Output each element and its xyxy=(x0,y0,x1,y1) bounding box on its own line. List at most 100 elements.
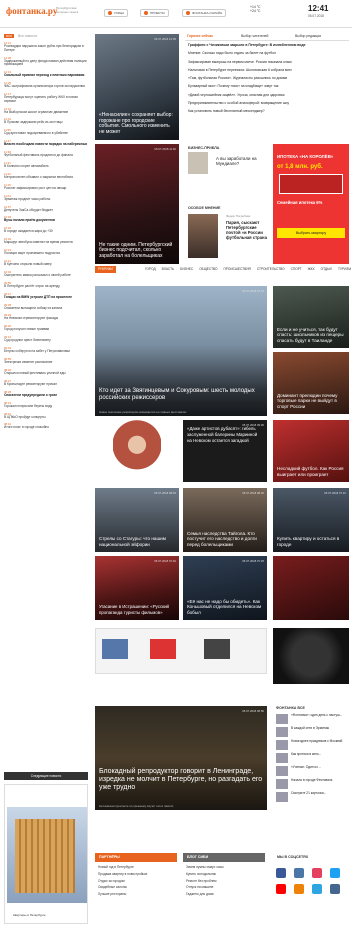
social-icon[interactable] xyxy=(276,868,286,878)
social-icon[interactable] xyxy=(294,868,304,878)
news-tile-7[interactable]: 05.07.2018 08:45 Стрелы со Стагуры: что … xyxy=(95,488,179,552)
news-feed-item[interactable]: 11:55 Суд арестовал подозреваемого в убий… xyxy=(4,128,88,136)
right-news-item[interactable]: «Фонтанка»: один день с пастуш... xyxy=(276,713,348,724)
top-news-item[interactable]: Мнение: Сколько надо было отдать за биле… xyxy=(188,51,346,56)
social-icon[interactable] xyxy=(312,884,322,894)
tab-editors[interactable]: Выбор редакции xyxy=(295,34,321,38)
social-icon[interactable] xyxy=(294,884,304,894)
promo-cta-button[interactable]: Выбрать квартиру xyxy=(277,228,345,238)
news-feed-item[interactable]: 11:15 Росстат зафиксировал рост цен на ов… xyxy=(4,183,88,191)
news-feed-item[interactable]: 08:37 В Кронштадте ремонтируют причал xyxy=(4,379,88,387)
news-feed-item[interactable]: 08:46 Открылся новый фестиваль уличной ед… xyxy=(4,368,88,376)
tab-hot[interactable]: Горячее сейчас xyxy=(187,34,213,38)
rubric-link[interactable]: СТРОИТЕЛЬСТВО xyxy=(257,267,285,271)
news-tile-red[interactable] xyxy=(273,556,349,620)
footer-link[interactable]: Отдых за городом xyxy=(98,879,178,884)
news-feed-item[interactable]: 08:10 В ЦПКиО пройдут концерты xyxy=(4,412,88,420)
news-feed-item[interactable]: 12:41 Росгвардия нарушила закон рубль при… xyxy=(4,41,88,52)
top-news-item[interactable]: «Там, футбольная Россия». Журналисты раз… xyxy=(188,76,346,81)
news-feed-item[interactable]: 09:47 Гонщик на BMW устроил ДТП на проспе… xyxy=(4,292,88,300)
news-feed-item[interactable]: 08:55 Электрички изменят расписание xyxy=(4,357,88,365)
news-feed-item[interactable]: 10:12 В Купчино открыли новый сквер xyxy=(4,259,88,267)
news-feed-item[interactable]: 12:10 На Выборгском шоссе ограничат движе… xyxy=(4,107,88,115)
more-news-button[interactable]: Следующие новости xyxy=(4,772,88,780)
right-news-item[interactable]: Новогоднее праздников с Москвой xyxy=(276,739,348,750)
opinion-block[interactable]: Федор Погребняк Пария, сыскают Петербург… xyxy=(222,214,272,262)
footer-link[interactable]: Зачем нужны смарт-часы xyxy=(186,865,266,870)
right-news-item[interactable]: Как эротика в кино... xyxy=(276,752,348,763)
rubric-link[interactable]: ЖКХ xyxy=(308,267,315,271)
social-icon[interactable] xyxy=(330,868,340,878)
news-feed-item[interactable]: 08:01 Итоги ночи: в городе спокойно xyxy=(4,422,88,430)
news-feed-item[interactable]: 09:03 Бегуны соберутся на забег у Петропа… xyxy=(4,346,88,354)
news-tile-5-photo[interactable] xyxy=(95,420,179,482)
news-tile-5[interactable]: 05.07.2018 09:30 «Даже артистов дубасят»… xyxy=(183,420,267,482)
news-feed-item[interactable]: 09:29 На Невском отремонтируют фасады xyxy=(4,313,88,321)
news-feed-item[interactable]: 10:32 Маршрут автобуса изменят на время р… xyxy=(4,237,88,245)
news-feed-item[interactable]: 08:19 Горожан попросили беречь воду xyxy=(4,401,88,409)
top-news-item[interactable]: Налоговая в Петербурге переехала: Шолохо… xyxy=(188,68,346,73)
footer-link[interactable]: Купить холодильник xyxy=(186,872,266,877)
nav-pill-projects[interactable]: ПРОЕКТЫ xyxy=(140,9,169,17)
nav-pill-street[interactable]: УЛИЦА xyxy=(104,9,129,17)
brand-badge[interactable] xyxy=(273,628,349,684)
news-feed-item[interactable]: 09:12 Суд продлил арест бизнесмену xyxy=(4,335,88,343)
news-tile-8[interactable]: 05.07.2018 08:20 Семья наследства Тайгол… xyxy=(183,488,267,552)
news-feed-item[interactable]: 11:47 Власти пообещали навести порядок на… xyxy=(4,139,88,147)
news-tile-1[interactable]: 05.07.2018 12:05 «Ненасилие» сохраняет в… xyxy=(95,34,179,140)
news-feed-item[interactable]: 10:21 Полиция ищет пропавшего подростка xyxy=(4,248,88,256)
news-feed-item[interactable]: 10:49 Вузы начали приём документов xyxy=(4,215,88,223)
news-tile-4[interactable]: Если и не учиться, так будут спасть: шко… xyxy=(273,286,349,348)
news-feed-item[interactable]: 11:38 Футбольный фестиваль продлится до ф… xyxy=(4,150,88,158)
business-item[interactable]: А вы заработали на Мундиале? xyxy=(212,156,270,176)
mortgage-promo[interactable]: ИПОТЕКА «НА КОРОЛЁВ» от 1,8 млн. руб. Се… xyxy=(273,144,349,264)
news-feed-item[interactable]: 09:55 В Петербурге растёт спрос на аренду xyxy=(4,281,88,289)
news-feed-item[interactable]: 09:20 Город получил новые трамваи xyxy=(4,324,88,332)
news-feed-item[interactable]: 11:04 Эрмитаж продлит часы работы xyxy=(4,194,88,202)
news-tile-9[interactable]: Несладкий футбол. Как Россия выиграет ил… xyxy=(273,420,349,482)
right-news-item[interactable]: В каждой сети в Эрмитаж xyxy=(276,726,348,737)
rubric-link[interactable]: ОТДЫХ xyxy=(321,267,332,271)
footer-link[interactable]: Лучшие рестораны xyxy=(98,892,178,897)
right-news-item[interactable]: Начало в городе Фестиваль xyxy=(276,778,348,789)
rubric-link[interactable]: ПРОИСШЕСТВИЯ xyxy=(224,267,251,271)
featured-tile[interactable]: 05.07.2018 10:15 Кто идет за Звягинцевым… xyxy=(95,286,267,416)
business-thumb[interactable] xyxy=(188,152,208,174)
news-tile-11[interactable]: 05.07.2018 07:25 «Её нас не надо бы обид… xyxy=(183,556,267,620)
news-feed-item[interactable]: 12:17 Петербуржцы могут оценить работу ЖК… xyxy=(4,92,88,103)
news-feed-item[interactable]: 11:22 Метрополитен объявил о закрытии вес… xyxy=(4,172,88,180)
top-news-item[interactable]: Предпринимательство с особой атмосферой:… xyxy=(188,101,346,106)
partner-strip[interactable] xyxy=(95,628,267,674)
news-feed-item[interactable]: 12:31 Смольный признал переход к платным … xyxy=(4,70,88,78)
site-logo[interactable]: фонтанка.ру xyxy=(6,6,57,16)
featured-tile-2[interactable]: 05.07.2018 06:50 Блокадный репродуктор г… xyxy=(95,706,267,810)
rubric-link[interactable]: ОБЩЕСТВО xyxy=(199,267,217,271)
news-feed-item[interactable]: 10:57 Депутаты ЗакСа обсудят бюджет xyxy=(4,205,88,213)
tab-readers[interactable]: Выбор читателей xyxy=(241,34,268,38)
top-news-item[interactable]: Зафиксирован выигрыш на первом матче. Ро… xyxy=(188,60,346,65)
footer-link[interactable]: Отпуск на машине xyxy=(186,886,266,890)
news-tile-6[interactable]: Доминант прелюдии почему торговые парки … xyxy=(273,352,349,414)
footer-link[interactable]: Продажа квартир в новостройках xyxy=(98,872,178,877)
nav-pill-online[interactable]: ФОНТАНКА-ОНЛАЙН xyxy=(182,9,227,17)
realty-promo[interactable]: Квартиры в Петербурге xyxy=(4,784,88,924)
footer-link[interactable]: Ремонт без проблем xyxy=(186,879,266,884)
rubric-link[interactable]: ВЛАСТЬ xyxy=(162,267,174,271)
rubric-link[interactable]: ТУРИЗМ xyxy=(338,267,351,271)
news-feed-item[interactable]: 12:01 В Пулково задержали рейс из-за птиц… xyxy=(4,117,88,125)
news-feed-item[interactable]: 11:31 В Колпино сгорел автомобиль xyxy=(4,161,88,169)
rubric-link[interactable]: СПОРТ xyxy=(291,267,302,271)
footer-link[interactable]: Гаджеты для дома xyxy=(186,892,266,897)
news-feed-item[interactable]: 12:38 Задержанный по делу фонда назвал де… xyxy=(4,56,88,67)
news-tile-12[interactable]: 05.07.2018 07:10 Купить квартиру и остат… xyxy=(273,488,349,552)
footer-link[interactable]: Свадебные салоны xyxy=(98,886,178,890)
rubric-link[interactable]: ГОРОД xyxy=(145,267,156,271)
right-news-item[interactable]: «Ученые: Один из ... xyxy=(276,765,348,776)
social-icon[interactable] xyxy=(330,884,340,894)
top-news-item[interactable]: Бульварный мост: Почему «мост на кладбищ… xyxy=(188,85,346,89)
news-feed-item[interactable]: 09:38 Спасатели вытащили собаку из канала xyxy=(4,303,88,311)
rubric-link[interactable]: БИЗНЕС xyxy=(180,267,193,271)
right-news-item[interactable]: Смотрите 21 карточки... xyxy=(276,791,348,802)
social-icon[interactable] xyxy=(312,868,322,878)
news-tile-10[interactable]: 05.07.2018 07:40 Угасание в Истрашении: … xyxy=(95,556,179,620)
